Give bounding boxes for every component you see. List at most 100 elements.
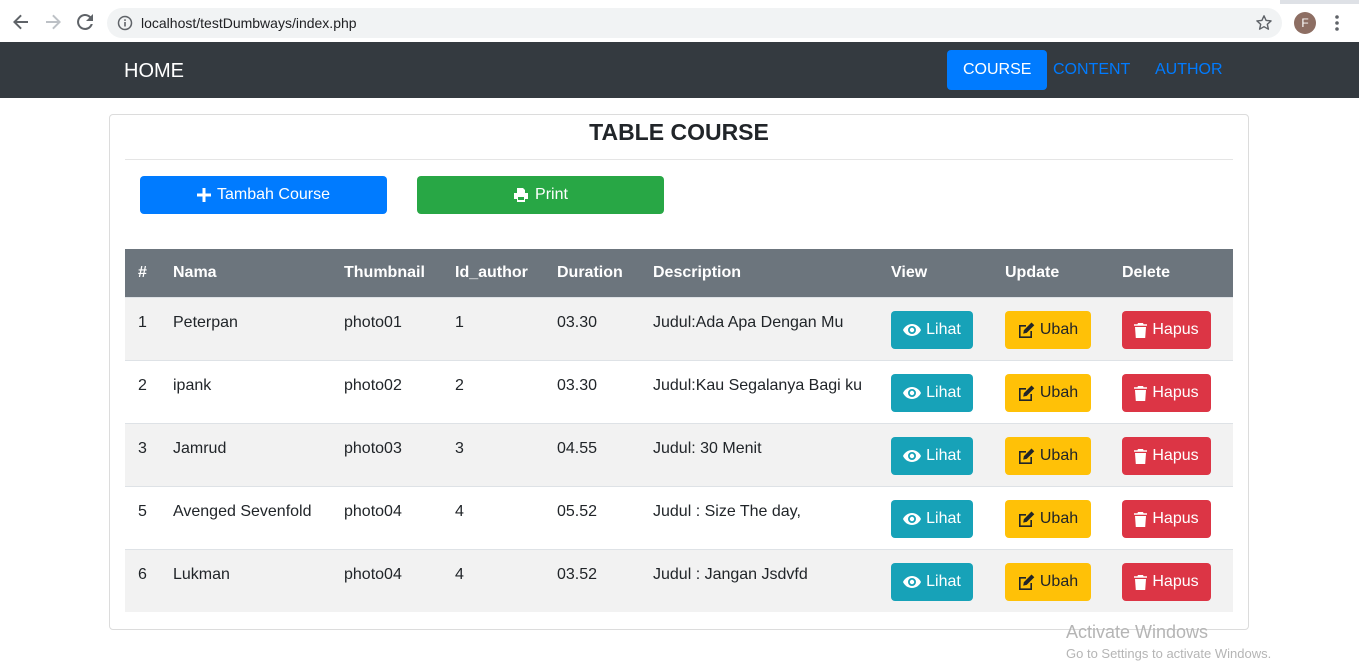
view-button[interactable]: Lihat <box>891 311 973 349</box>
update-button[interactable]: Ubah <box>1005 500 1091 538</box>
delete-label: Hapus <box>1152 447 1199 464</box>
delete-button[interactable]: Hapus <box>1122 563 1211 601</box>
forward-arrow-icon[interactable] <box>42 11 64 33</box>
delete-button[interactable]: Hapus <box>1122 311 1211 349</box>
plus-icon <box>197 188 212 202</box>
cell-thumbnail: photo04 <box>344 503 402 520</box>
header-update: Update <box>1005 264 1060 281</box>
header-no: # <box>138 264 147 281</box>
update-label: Ubah <box>1039 573 1079 590</box>
update-button[interactable]: Ubah <box>1005 374 1091 412</box>
table-row: 2 ipank photo02 2 03.30 Judul:Kau Segala… <box>125 360 1233 423</box>
course-card: TABLE COURSE Tambah Course Print # Nama … <box>109 114 1249 630</box>
view-label: Lihat <box>926 321 961 338</box>
profile-avatar[interactable]: F <box>1294 12 1316 34</box>
view-label: Lihat <box>926 573 961 590</box>
cell-description: Judul:Kau Segalanya Bagi ku <box>653 377 863 394</box>
cell-no: 3 <box>138 440 147 457</box>
header-description: Description <box>653 264 742 281</box>
trash-icon <box>1134 448 1148 464</box>
browser-chrome: localhost/testDumbways/index.php F <box>0 0 1359 42</box>
title-divider <box>125 159 1233 160</box>
delete-button[interactable]: Hapus <box>1122 500 1211 538</box>
nav-item-course[interactable]: COURSE <box>947 50 1048 90</box>
cell-no: 2 <box>138 377 147 394</box>
cell-id-author: 4 <box>455 503 464 520</box>
delete-button[interactable]: Hapus <box>1122 437 1211 475</box>
cell-thumbnail: photo02 <box>344 377 402 394</box>
cell-thumbnail: photo01 <box>344 314 402 331</box>
edit-icon <box>1018 385 1035 401</box>
cell-no: 1 <box>138 314 147 331</box>
delete-label: Hapus <box>1152 321 1199 338</box>
update-label: Ubah <box>1039 447 1079 464</box>
view-button[interactable]: Lihat <box>891 437 973 475</box>
add-course-button[interactable]: Tambah Course <box>140 176 387 214</box>
update-button[interactable]: Ubah <box>1005 437 1091 475</box>
bookmark-star-icon[interactable] <box>1255 14 1273 32</box>
cell-no: 5 <box>138 503 147 520</box>
nav-item-author[interactable]: AUTHOR <box>1139 50 1239 90</box>
update-button[interactable]: Ubah <box>1005 311 1091 349</box>
view-button[interactable]: Lihat <box>891 563 973 601</box>
page-title: TABLE COURSE <box>589 119 769 145</box>
view-label: Lihat <box>926 447 961 464</box>
cell-description: Judul: 30 Menit <box>653 440 762 457</box>
delete-label: Hapus <box>1152 573 1199 590</box>
view-label: Lihat <box>926 384 961 401</box>
cell-id-author: 4 <box>455 566 464 583</box>
trash-icon <box>1134 385 1148 401</box>
update-label: Ubah <box>1039 384 1079 401</box>
cell-nama: ipank <box>173 377 212 394</box>
eye-icon <box>903 324 922 336</box>
cell-id-author: 1 <box>455 314 464 331</box>
trash-icon <box>1134 511 1148 527</box>
cell-thumbnail: photo04 <box>344 566 402 583</box>
eye-icon <box>903 513 922 525</box>
cell-thumbnail: photo03 <box>344 440 402 457</box>
print-button[interactable]: Print <box>417 176 664 214</box>
cell-description: Judul:Ada Apa Dengan Mu <box>653 314 844 331</box>
cell-duration: 03.30 <box>557 314 598 331</box>
address-bar[interactable]: localhost/testDumbways/index.php <box>107 8 1282 38</box>
view-button[interactable]: Lihat <box>891 374 973 412</box>
header-thumbnail: Thumbnail <box>344 264 425 281</box>
cell-description: Judul : Size The day, <box>653 503 801 520</box>
header-duration: Duration <box>557 264 623 281</box>
delete-button[interactable]: Hapus <box>1122 374 1211 412</box>
update-label: Ubah <box>1039 321 1079 338</box>
header-nama: Nama <box>173 264 217 281</box>
add-course-label: Tambah Course <box>217 186 330 203</box>
cell-duration: 05.52 <box>557 503 598 520</box>
cell-description: Judul : Jangan Jsdvfd <box>653 566 808 583</box>
url-text[interactable]: localhost/testDumbways/index.php <box>141 15 357 31</box>
view-button[interactable]: Lihat <box>891 500 973 538</box>
cell-nama: Lukman <box>173 566 230 583</box>
eye-icon <box>903 576 922 588</box>
nav-item-content[interactable]: CONTENT <box>1037 50 1146 90</box>
table-header: # Nama Thumbnail Id_author Duration Desc… <box>125 249 1233 297</box>
top-navbar: HOME COURSE CONTENT AUTHOR <box>0 42 1359 98</box>
table-row: 5 Avenged Sevenfold photo04 4 05.52 Judu… <box>125 486 1233 549</box>
reload-icon[interactable] <box>74 11 96 33</box>
back-arrow-icon[interactable] <box>10 11 32 33</box>
table-row: 6 Lukman photo04 4 03.52 Judul : Jangan … <box>125 549 1233 612</box>
more-menu-icon[interactable] <box>1329 12 1345 34</box>
navbar-brand[interactable]: HOME <box>124 60 184 83</box>
course-table: # Nama Thumbnail Id_author Duration Desc… <box>125 249 1233 612</box>
header-delete: Delete <box>1122 264 1171 281</box>
header-id-author: Id_author <box>455 264 528 281</box>
edit-icon <box>1018 322 1035 338</box>
info-icon[interactable] <box>117 15 133 31</box>
delete-label: Hapus <box>1152 384 1199 401</box>
print-label: Print <box>535 186 568 203</box>
cell-nama: Peterpan <box>173 314 238 331</box>
cell-id-author: 2 <box>455 377 464 394</box>
delete-label: Hapus <box>1152 510 1199 527</box>
cell-nama: Avenged Sevenfold <box>173 503 312 520</box>
update-button[interactable]: Ubah <box>1005 563 1091 601</box>
trash-icon <box>1134 574 1148 590</box>
trash-icon <box>1134 322 1148 338</box>
eye-icon <box>903 450 922 462</box>
printer-icon <box>514 188 529 202</box>
